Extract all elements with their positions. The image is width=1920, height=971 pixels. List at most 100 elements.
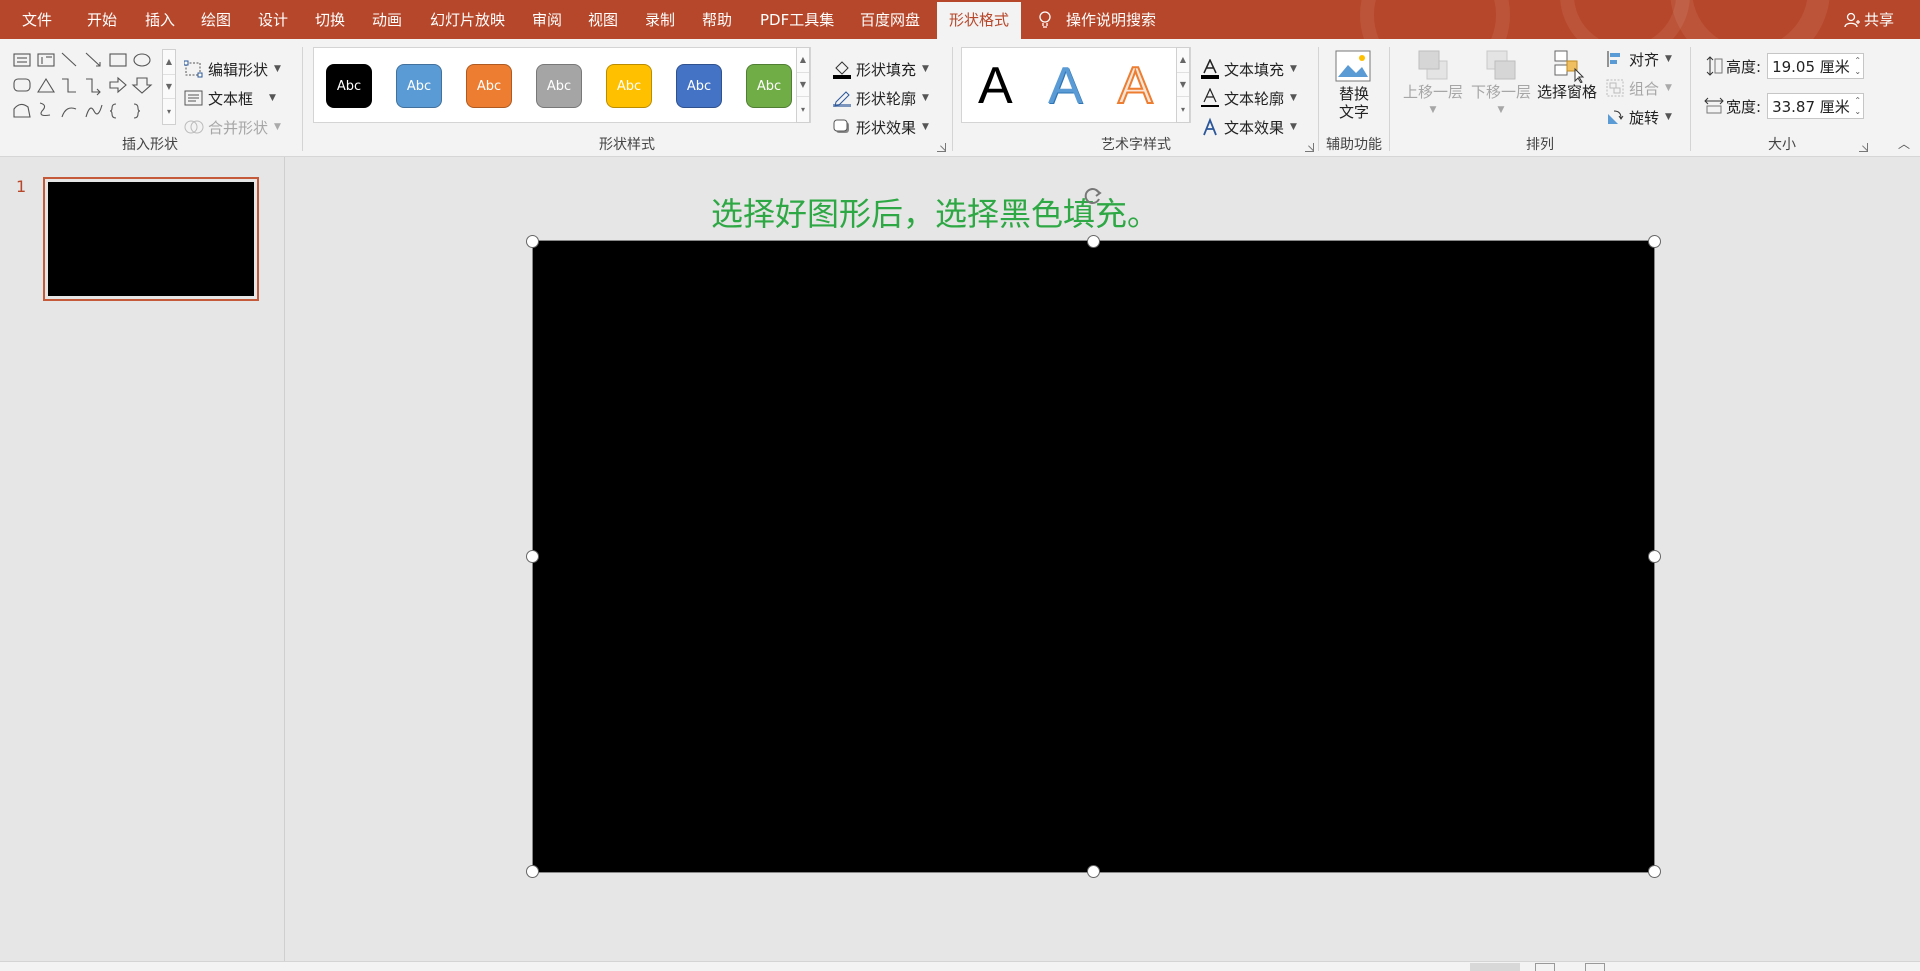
wordart-gallery-scroll[interactable]: ▲ ▼ ▾: [1176, 47, 1190, 123]
resize-handle-top-left[interactable]: [526, 235, 539, 248]
group-separator: [1318, 47, 1319, 151]
height-input[interactable]: 19.05 厘米 ⌃ ⌄: [1767, 53, 1865, 79]
width-row: 宽度: 33.87 厘米 ⌃ ⌄: [1704, 93, 1865, 119]
lightbulb-icon: [1039, 10, 1051, 28]
tab-insert[interactable]: 插入: [145, 0, 175, 39]
align-icon: [1605, 49, 1625, 69]
group-button[interactable]: 组合 ▼: [1605, 76, 1672, 100]
scroll-down-icon[interactable]: ▼: [1177, 73, 1189, 98]
shape-gallery: ▲ ▼ ▾: [12, 49, 177, 125]
shape-fill-button[interactable]: 形状填充 ▼: [832, 57, 929, 81]
tab-view[interactable]: 视图: [588, 0, 618, 39]
tab-pdf-tools[interactable]: PDF工具集: [760, 0, 834, 39]
alt-text-label-line1: 替换: [1338, 85, 1369, 103]
tab-help[interactable]: 帮助: [702, 0, 732, 39]
scroll-up-icon[interactable]: ▲: [163, 50, 175, 75]
chevron-down-icon: ▼: [922, 64, 929, 74]
width-input[interactable]: 33.87 厘米 ⌃ ⌄: [1767, 93, 1865, 119]
rotation-handle-icon[interactable]: [1082, 184, 1106, 208]
height-spinner[interactable]: ⌃ ⌄: [1854, 55, 1861, 77]
tab-home[interactable]: 开始: [87, 0, 117, 39]
scroll-up-icon[interactable]: ▲: [1177, 48, 1189, 73]
resize-handle-bottom-right[interactable]: [1648, 865, 1661, 878]
reading-view-button[interactable]: [1585, 963, 1605, 971]
text-box-button[interactable]: 文本框 ▼: [184, 86, 276, 110]
user-icon: [1844, 12, 1860, 27]
gallery-more-icon[interactable]: ▾: [1177, 97, 1189, 122]
resize-handle-bottom[interactable]: [1087, 865, 1100, 878]
shape-style-gallery: Abc Abc Abc Abc Abc Abc Abc ▲ ▼ ▾: [313, 47, 811, 123]
shape-effects-button[interactable]: 形状效果 ▼: [832, 115, 929, 139]
tab-slideshow[interactable]: 幻灯片放映: [430, 0, 505, 39]
slide-sorter-button[interactable]: [1535, 963, 1555, 971]
bring-forward-button[interactable]: 上移一层 ▼: [1401, 49, 1465, 119]
shape-gallery-icons[interactable]: [12, 49, 162, 125]
selected-rectangle-shape[interactable]: [532, 240, 1655, 873]
group-accessibility: 替换 文字 辅助功能: [1320, 39, 1388, 157]
alt-text-button[interactable]: 替换 文字: [1330, 49, 1378, 121]
tell-me-search[interactable]: 操作说明搜索: [1038, 0, 1156, 39]
slide-thumbnail-pane: 1: [0, 157, 285, 961]
tab-design[interactable]: 设计: [258, 0, 288, 39]
shape-gallery-scroll[interactable]: ▲ ▼ ▾: [162, 49, 176, 125]
dialog-launcher-icon[interactable]: [937, 143, 946, 152]
chevron-down-icon: ▼: [274, 122, 281, 132]
text-fill-icon: [1200, 59, 1220, 79]
style-swatch-black[interactable]: Abc: [326, 64, 372, 108]
tab-shape-format[interactable]: 形状格式: [937, 0, 1022, 39]
align-button[interactable]: 对齐 ▼: [1605, 47, 1672, 71]
text-fill-button[interactable]: 文本填充 ▼: [1200, 57, 1297, 81]
rotate-button[interactable]: 旋转 ▼: [1605, 105, 1672, 129]
height-row: 高度: 19.05 厘米 ⌃ ⌄: [1704, 53, 1865, 79]
chevron-down-icon: ▼: [1665, 54, 1672, 64]
style-swatch-blue[interactable]: Abc: [396, 64, 442, 108]
edit-shape-button[interactable]: 编辑形状 ▼: [184, 57, 281, 81]
normal-view-button[interactable]: [1470, 963, 1520, 971]
paint-bucket-icon: [832, 59, 852, 79]
alt-text-label-line2: 文字: [1338, 103, 1369, 121]
wordart-style-orange-outline[interactable]: A: [1117, 57, 1154, 115]
style-swatch-dark-blue[interactable]: Abc: [676, 64, 722, 108]
selection-pane-button[interactable]: 选择窗格: [1535, 49, 1599, 101]
resize-handle-top-right[interactable]: [1648, 235, 1661, 248]
style-gallery-scroll[interactable]: ▲ ▼ ▾: [796, 47, 810, 123]
shape-outline-button[interactable]: 形状轮廓 ▼: [832, 86, 929, 110]
tab-animations[interactable]: 动画: [372, 0, 402, 39]
scroll-up-icon[interactable]: ▲: [797, 48, 809, 73]
slide-thumbnail[interactable]: [43, 177, 259, 301]
gallery-more-icon[interactable]: ▾: [163, 99, 175, 124]
bring-forward-icon: [1418, 50, 1448, 80]
tab-record[interactable]: 录制: [645, 0, 675, 39]
tab-review[interactable]: 审阅: [532, 0, 562, 39]
dialog-launcher-icon[interactable]: [1859, 143, 1868, 152]
shape-fill-label: 形状填充: [856, 60, 917, 79]
tab-file[interactable]: 文件: [22, 0, 52, 39]
style-swatch-gray[interactable]: Abc: [536, 64, 582, 108]
text-outline-button[interactable]: 文本轮廓 ▼: [1200, 86, 1297, 110]
tab-baidu-netdisk[interactable]: 百度网盘: [860, 0, 920, 39]
collapse-ribbon-icon[interactable]: ︿: [1898, 135, 1910, 152]
tab-draw[interactable]: 绘图: [201, 0, 231, 39]
dialog-launcher-icon[interactable]: [1305, 143, 1314, 152]
resize-handle-right[interactable]: [1648, 550, 1661, 563]
group-label: 组合: [1629, 79, 1660, 98]
resize-handle-left[interactable]: [526, 550, 539, 563]
resize-handle-top[interactable]: [1087, 235, 1100, 248]
gallery-more-icon[interactable]: ▾: [797, 97, 809, 122]
style-swatch-orange[interactable]: Abc: [466, 64, 512, 108]
share-button[interactable]: 共享: [1844, 0, 1894, 39]
selection-pane-label: 选择窗格: [1536, 83, 1597, 101]
tab-transitions[interactable]: 切换: [315, 0, 345, 39]
wordart-style-black[interactable]: A: [978, 58, 1013, 114]
group-insert-shapes: ▲ ▼ ▾ 编辑形状 ▼ 文本框 ▼ 合并形状 ▼ 插入形状: [0, 39, 300, 157]
send-backward-button[interactable]: 下移一层 ▼: [1469, 49, 1533, 119]
style-swatch-green[interactable]: Abc: [746, 64, 792, 108]
scroll-down-icon[interactable]: ▼: [797, 73, 809, 98]
scroll-down-icon[interactable]: ▼: [163, 75, 175, 100]
resize-handle-bottom-left[interactable]: [526, 865, 539, 878]
style-swatch-gold[interactable]: Abc: [606, 64, 652, 108]
wordart-style-blue[interactable]: A: [1048, 58, 1083, 114]
slide-thumbnail-preview: [48, 182, 254, 296]
width-spinner[interactable]: ⌃ ⌄: [1854, 95, 1861, 117]
text-effects-button[interactable]: 文本效果 ▼: [1200, 115, 1297, 139]
